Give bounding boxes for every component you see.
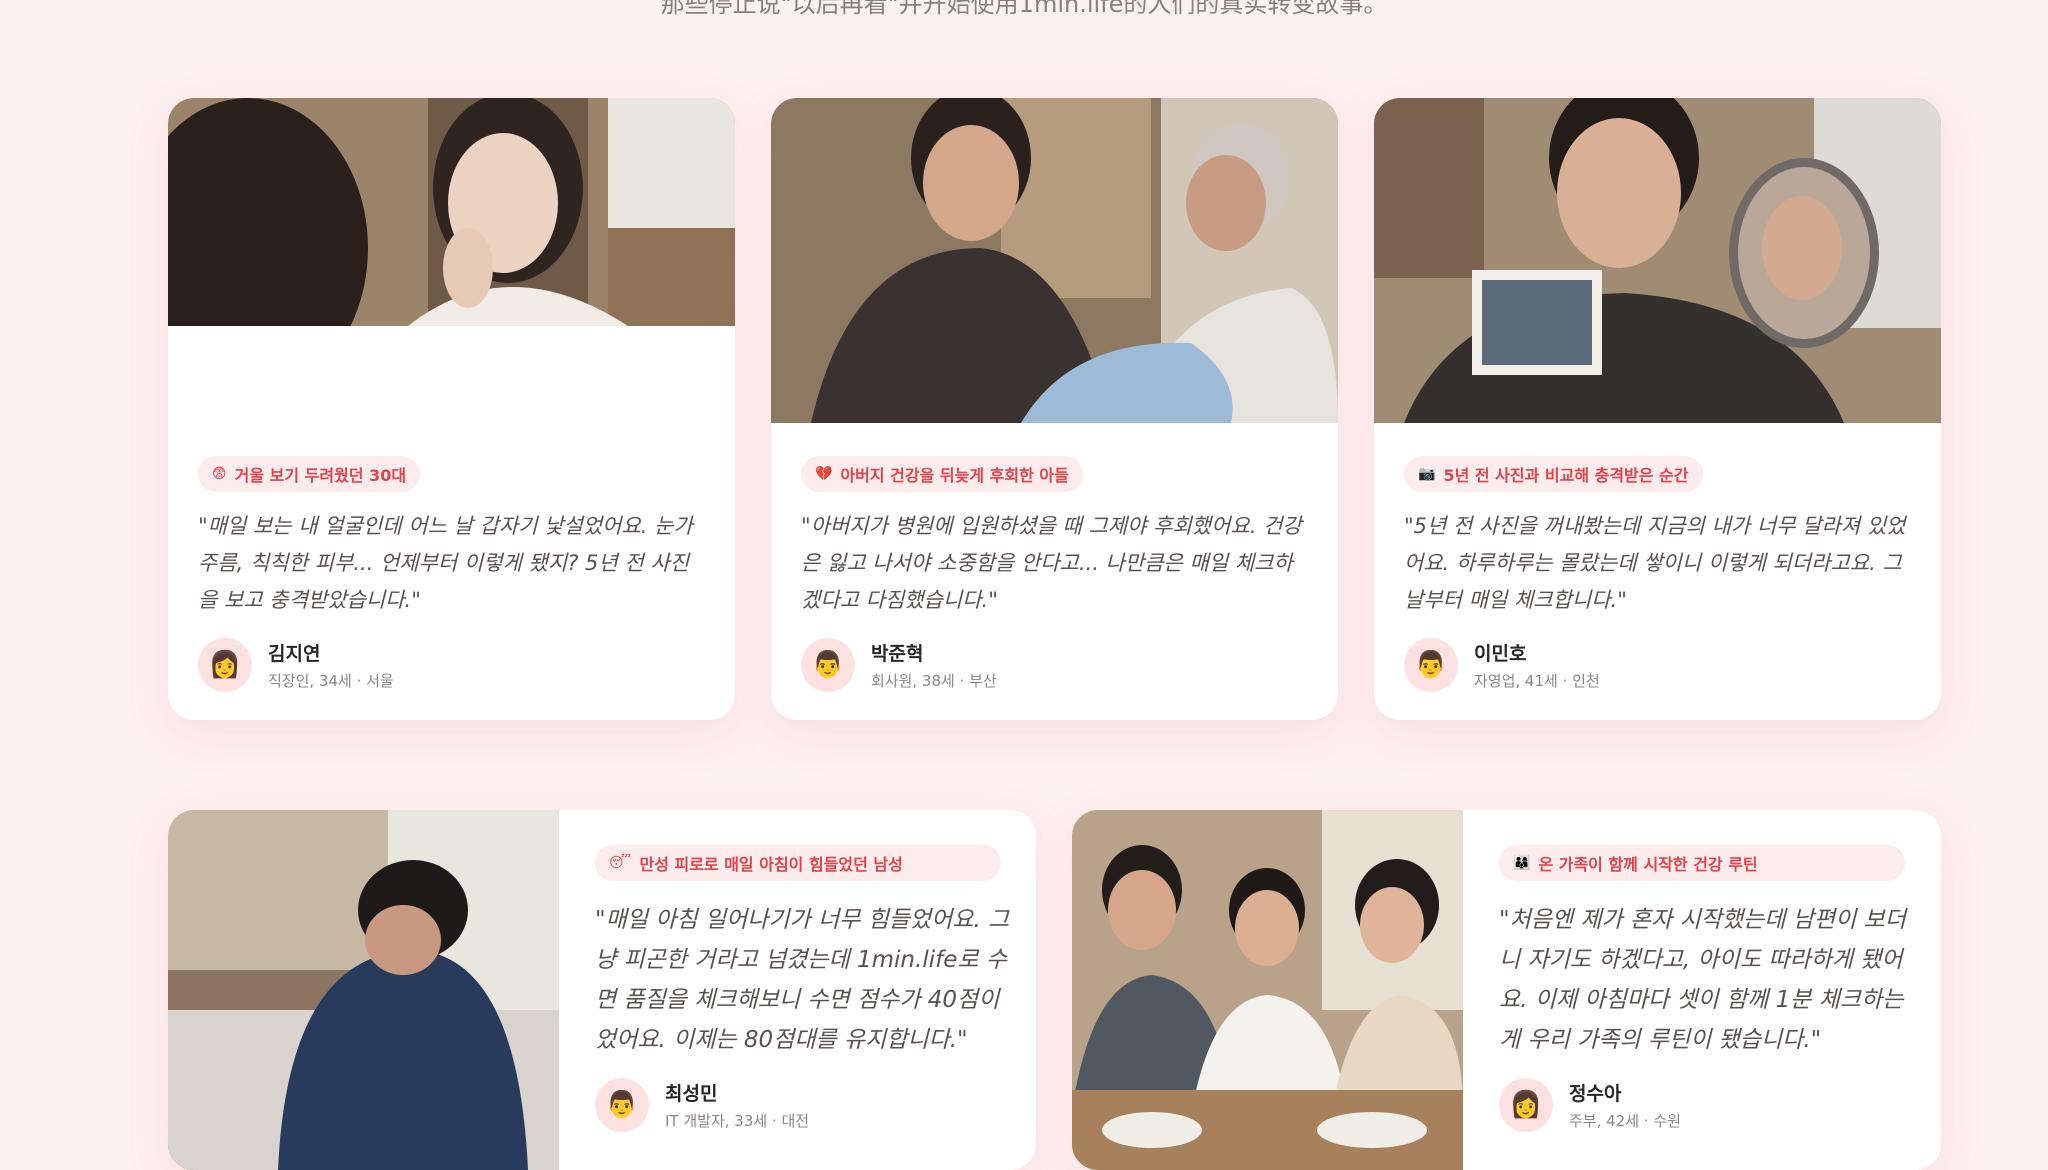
testimonial-card: 😴 만성 피로로 매일 아침이 힘들었던 남성 "매일 아침 일어나기가 너무 … xyxy=(168,810,1036,1170)
testimonial-photo xyxy=(168,810,559,1170)
broken-heart-icon: 💔 xyxy=(815,466,833,482)
testimonial-card: 👨‍👩‍👦 온 가족이 함께 시작한 건강 루틴 "처음엔 제가 혼자 시작했는… xyxy=(1072,810,1941,1170)
camera-icon: 📷 xyxy=(1418,466,1436,482)
story-tag: 📷 5년 전 사진과 비교해 충격받은 순간 xyxy=(1404,456,1703,492)
testimonial-quote: "매일 보는 내 얼굴인데 어느 날 갑자기 낯설었어요. 눈가 주름, 칙칙한… xyxy=(198,514,693,612)
story-tag-label: 아버지 건강을 뒤늦게 후회한 아들 xyxy=(840,466,1069,485)
story-tag-label: 온 가족이 함께 시작한 건강 루틴 xyxy=(1538,855,1758,874)
author-name: 이민호 xyxy=(1474,643,1527,665)
story-tag-label: 5년 전 사진과 비교해 충격받은 순간 xyxy=(1443,466,1689,485)
story-tag: 💔 아버지 건강을 뒤늦게 후회한 아들 xyxy=(801,456,1083,492)
tired-icon: 😴 xyxy=(609,855,632,871)
story-tag: 😨 거울 보기 두려웠던 30대 xyxy=(198,456,421,492)
testimonial-photo xyxy=(1072,810,1463,1170)
avatar: 👨 xyxy=(1404,638,1458,692)
story-tag-label: 거울 보기 두려웠던 30대 xyxy=(234,466,407,485)
testimonial-quote: "5년 전 사진을 꺼내봤는데 지금의 내가 너무 달라져 있었어요. 하루하루… xyxy=(1404,514,1906,612)
testimonial-photo xyxy=(771,98,1338,423)
author-name: 박준혁 xyxy=(871,643,924,665)
testimonial-author: 👩 김지연 직장인, 34세 · 서울 xyxy=(198,638,394,692)
author-name: 최성민 xyxy=(665,1083,718,1105)
testimonial-quote: "매일 아침 일어나기가 너무 힘들었어요. 그냥 피곤한 거라고 넘겼는데 1… xyxy=(595,907,1010,1053)
section-subtitle: 那些停止说"以后再看"并开始使用1min.life的人们的真实转变故事。 xyxy=(660,0,1388,18)
avatar: 👨 xyxy=(801,638,855,692)
author-meta: 주부, 42세 · 수원 xyxy=(1569,1112,1681,1130)
author-name: 김지연 xyxy=(268,643,321,665)
story-tag: 👨‍👩‍👦 온 가족이 함께 시작한 건강 루틴 xyxy=(1499,845,1905,881)
author-name: 정수아 xyxy=(1569,1083,1622,1105)
testimonial-card: 📷 5년 전 사진과 비교해 충격받은 순간 "5년 전 사진을 꺼내봤는데 지… xyxy=(1374,98,1941,720)
author-meta: IT 개발자, 33세 · 대전 xyxy=(665,1112,810,1130)
testimonial-quote: "처음엔 제가 혼자 시작했는데 남편이 보더니 자기도 하겠다고, 아이도 따… xyxy=(1499,907,1906,1053)
fear-icon: 😨 xyxy=(212,466,227,482)
family-icon: 👨‍👩‍👦 xyxy=(1513,855,1531,871)
avatar: 👩 xyxy=(198,638,252,692)
author-meta: 회사원, 38세 · 부산 xyxy=(871,672,997,690)
testimonial-card: 💔 아버지 건강을 뒤늦게 후회한 아들 "아버지가 병원에 입원하셨을 때 그… xyxy=(771,98,1338,720)
story-tag-label: 만성 피로로 매일 아침이 힘들었던 남성 xyxy=(639,855,903,874)
author-meta: 직장인, 34세 · 서울 xyxy=(268,672,394,690)
testimonial-author: 👨 이민호 자영업, 41세 · 인천 xyxy=(1404,638,1600,692)
avatar: 👨 xyxy=(595,1078,649,1132)
testimonial-quote: "아버지가 병원에 입원하셨을 때 그제야 후회했어요. 건강은 잃고 나서야 … xyxy=(801,514,1302,612)
testimonial-author: 👨 최성민 IT 개발자, 33세 · 대전 xyxy=(595,1078,809,1132)
story-tag: 😴 만성 피로로 매일 아침이 힘들었던 남성 xyxy=(595,845,1001,881)
testimonial-author: 👩 정수아 주부, 42세 · 수원 xyxy=(1499,1078,1681,1132)
author-meta: 자영업, 41세 · 인천 xyxy=(1474,672,1600,690)
testimonial-photo xyxy=(1374,98,1941,423)
testimonial-card: 😨 거울 보기 두려웠던 30대 "매일 보는 내 얼굴인데 어느 날 갑자기 … xyxy=(168,98,735,720)
avatar: 👩 xyxy=(1499,1078,1553,1132)
testimonial-photo xyxy=(168,98,735,326)
testimonial-author: 👨 박준혁 회사원, 38세 · 부산 xyxy=(801,638,997,692)
